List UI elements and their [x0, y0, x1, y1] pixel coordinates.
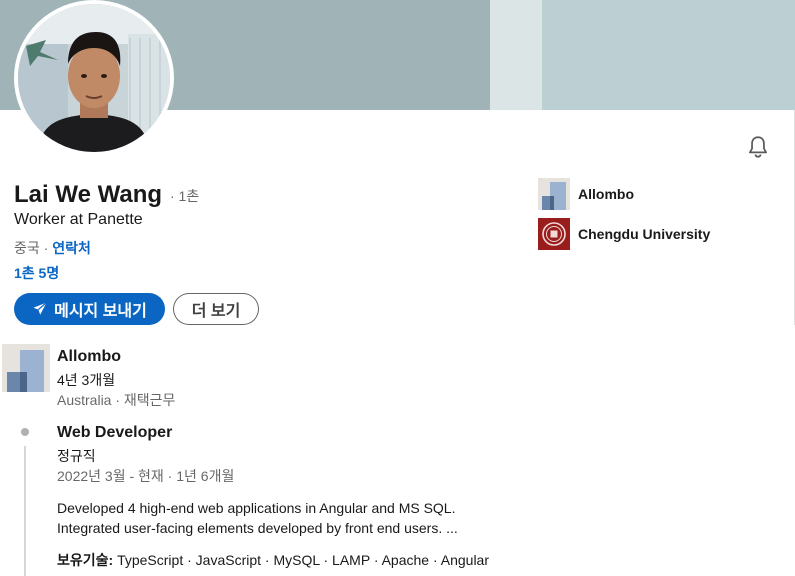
allombo-logo	[538, 178, 570, 210]
role-title: Web Developer	[57, 424, 173, 441]
side-org-chengdu-university[interactable]: Chengdu University	[538, 218, 710, 250]
profile-avatar[interactable]	[14, 0, 174, 156]
more-button[interactable]: 더 보기	[173, 293, 259, 325]
allombo-logo[interactable]	[2, 344, 50, 392]
banner-stripe	[542, 0, 795, 110]
banner-stripe	[490, 0, 542, 110]
experience-location: Australia · 재택근무	[57, 392, 176, 408]
side-org-label: Allombo	[578, 186, 634, 202]
skills-row: 보유기술: TypeScript · JavaScript · MySQL · …	[57, 550, 489, 570]
skills-label: 보유기술:	[57, 552, 114, 568]
side-org-label: Chengdu University	[578, 226, 711, 242]
experience-duration: 4년 3개월	[57, 372, 116, 388]
profile-location: 중국 ·	[14, 240, 49, 256]
paper-plane-icon	[33, 302, 48, 315]
connections-link[interactable]: 1촌 5명	[14, 263, 59, 283]
employment-type: 정규직	[57, 448, 96, 464]
description-line: Developed 4 high-end web applications in…	[57, 500, 456, 516]
bell-icon[interactable]	[745, 134, 771, 160]
contact-info-link[interactable]: 연락처	[52, 240, 91, 256]
role-dates: 2022년 3월 - 현재 · 1년 6개월	[57, 468, 235, 484]
location-row: 중국 · 연락처	[14, 238, 91, 258]
timeline-dot	[21, 428, 29, 436]
experience-company[interactable]: Allombo	[57, 348, 121, 366]
message-button[interactable]: 메시지 보내기	[14, 293, 165, 325]
side-org-allombo[interactable]: Allombo	[538, 178, 634, 210]
message-button-label: 메시지 보내기	[54, 303, 147, 320]
skills-list: TypeScript · JavaScript · MySQL · LAMP ·…	[117, 552, 490, 568]
chengdu-university-seal	[538, 218, 570, 250]
profile-headline: Worker at Panette	[14, 211, 143, 228]
connection-degree: · 1촌	[170, 188, 200, 204]
profile-name: Lai We Wang	[14, 181, 163, 208]
timeline-line	[24, 446, 26, 576]
role-description[interactable]: Developed 4 high-end web applications in…	[57, 498, 458, 538]
description-line: Integrated user-facing elements develope…	[57, 520, 458, 536]
